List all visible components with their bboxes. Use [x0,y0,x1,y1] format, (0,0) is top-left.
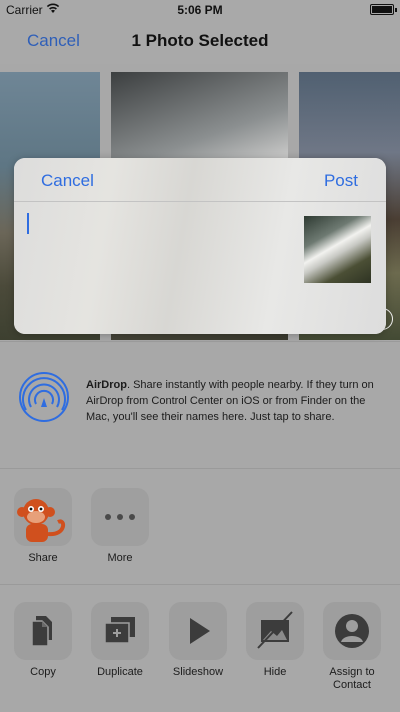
more-app-tile[interactable] [91,488,149,546]
airdrop-title: AirDrop [86,379,127,391]
nav-bar: Cancel 1 Photo Selected [0,20,400,64]
share-app-tile[interactable] [14,488,72,546]
copy-tile[interactable] [14,602,72,660]
compose-cancel-button[interactable]: Cancel [41,171,94,191]
assign-contact-label: Assign to Contact [329,666,375,691]
copy-action[interactable]: Copy [8,602,78,679]
share-app-label: Share [28,552,58,564]
battery-icon [370,4,397,15]
slideshow-label: Slideshow [172,666,224,678]
airdrop-icon[interactable] [18,371,70,423]
more-app-label: More [107,552,133,564]
hide-label: Hide [263,666,287,678]
hide-tile[interactable] [246,602,304,660]
divider [0,468,400,469]
slideshow-tile[interactable] [169,602,227,660]
share-app-item[interactable]: Share [8,488,78,565]
divider [0,341,400,342]
text-caret [27,213,29,234]
duplicate-tile[interactable] [91,602,149,660]
contact-icon [335,614,369,648]
monkey-icon [17,499,66,542]
assign-contact-action[interactable]: Assign to Contact [317,602,387,692]
airdrop-description: AirDrop. Share instantly with people nea… [86,379,374,423]
duplicate-action[interactable]: Duplicate [85,602,155,679]
duplicate-label: Duplicate [97,666,143,678]
copy-label: Copy [30,666,56,678]
duplicate-icon [104,617,135,644]
divider [0,584,400,585]
page-title: 1 Photo Selected [131,31,269,50]
hide-action[interactable]: Hide [240,602,310,679]
post-button[interactable]: Post [324,171,358,191]
slideshow-action[interactable]: Slideshow [163,602,233,679]
status-bar: Carrier 5:06 PM [0,0,400,20]
more-app-item[interactable]: More [85,488,155,565]
compose-text-field[interactable] [24,210,294,320]
hide-icon [257,611,293,649]
attached-photo-thumbnail [304,216,371,283]
clock: 5:06 PM [177,3,223,17]
more-dots-icon [105,514,135,520]
compose-header: Cancel Post [14,158,386,202]
assign-contact-tile[interactable] [323,602,381,660]
compose-sheet: Cancel Post [14,158,386,334]
copy-icon [31,616,52,647]
play-icon [190,618,210,644]
